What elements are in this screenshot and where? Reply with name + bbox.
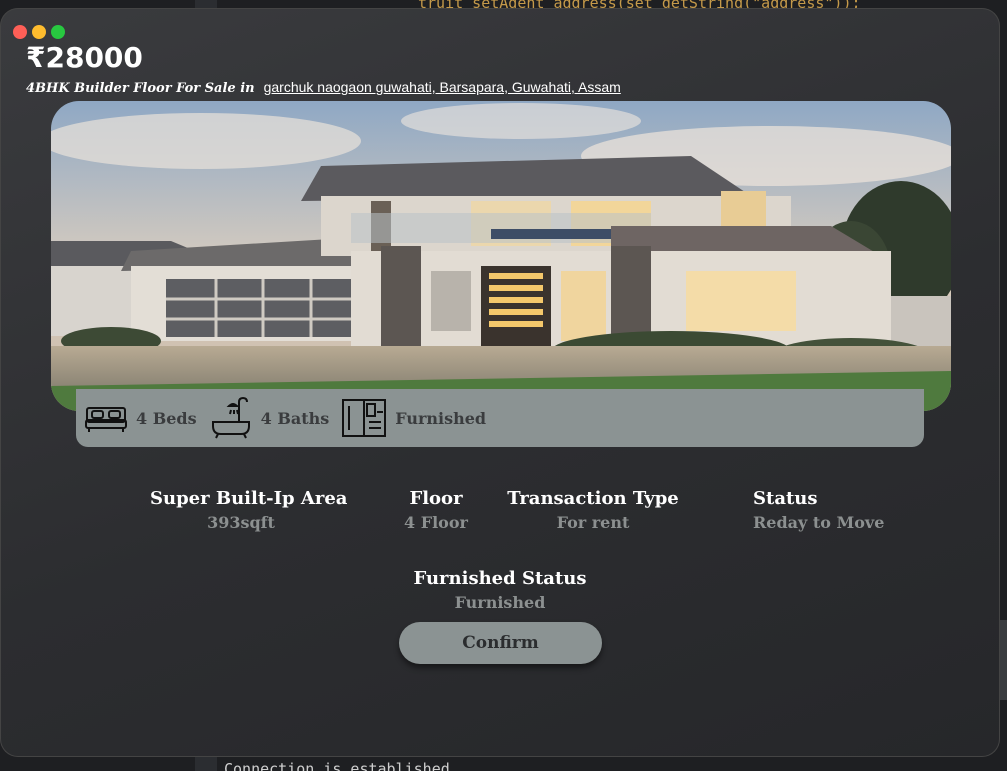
detail-status: Status Reday to Move: [753, 488, 884, 532]
beds-label: 4 Beds: [136, 408, 197, 428]
transaction-heading: Transaction Type: [507, 488, 679, 509]
bed-icon: [84, 402, 128, 434]
minimize-window-button[interactable]: [32, 25, 46, 39]
status-value: Reday to Move: [753, 513, 885, 532]
area-value: 393sqft: [207, 513, 275, 532]
detail-floor: Floor 4 Floor: [386, 488, 486, 532]
detail-area: Super Built-Ip Area 393sqft: [150, 488, 348, 532]
features-bar: 4 Beds 4 Baths Furnished: [76, 389, 924, 447]
window-controls: [13, 25, 65, 39]
wardrobe-icon: [341, 398, 387, 438]
maximize-window-button[interactable]: [51, 25, 65, 39]
detail-furnished-status: Furnished Status Furnished: [400, 568, 600, 612]
furnished-status-value: Furnished: [454, 593, 546, 612]
bathtub-icon: [209, 396, 253, 440]
floor-value: 4 Floor: [404, 513, 468, 532]
detail-transaction: Transaction Type For rent: [503, 488, 683, 532]
listing-price: ₹28000: [26, 41, 143, 74]
close-window-button[interactable]: [13, 25, 27, 39]
furnished-status-heading: Furnished Status: [413, 568, 587, 589]
property-type-text: 4BHK Builder Floor For Sale in: [26, 81, 255, 96]
confirm-button[interactable]: Confirm: [399, 622, 602, 664]
feature-baths: 4 Baths: [209, 396, 330, 440]
feature-beds: 4 Beds: [84, 402, 197, 434]
address-link[interactable]: garchuk naogaon guwahati, Barsapara, Guw…: [264, 79, 621, 95]
area-heading: Super Built-Ip Area: [150, 488, 348, 509]
ide-console-line: Connection is established: [224, 760, 450, 771]
furnished-label: Furnished: [395, 408, 487, 428]
floor-heading: Floor: [409, 488, 463, 509]
ide-scroll-strip: [999, 620, 1007, 700]
listing-subtitle: 4BHK Builder Floor For Sale in garchuk n…: [26, 79, 621, 96]
feature-furnished: Furnished: [341, 398, 486, 438]
transaction-value: For rent: [556, 513, 630, 532]
property-window: ₹28000 4BHK Builder Floor For Sale in ga…: [0, 8, 1000, 757]
baths-label: 4 Baths: [260, 408, 330, 428]
status-heading: Status: [753, 488, 818, 509]
property-photo: [51, 101, 951, 411]
